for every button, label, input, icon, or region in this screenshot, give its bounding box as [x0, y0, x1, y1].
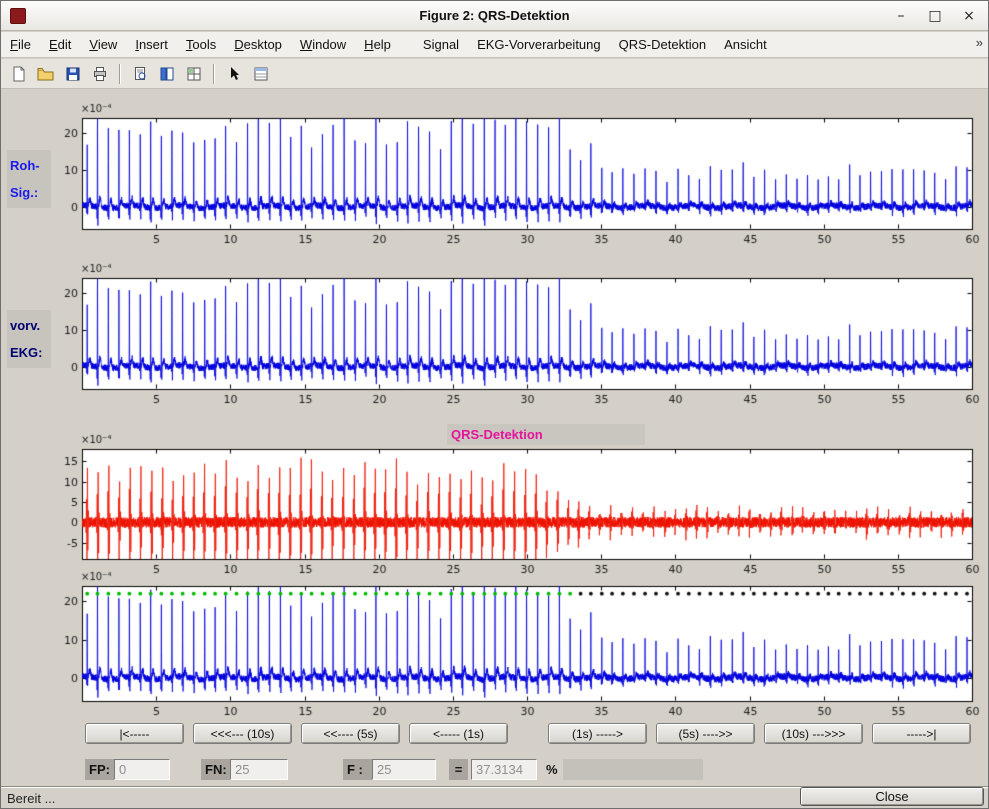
nav-forward-1s-button[interactable]: (1s) -----> — [548, 723, 647, 744]
menu-edit[interactable]: Edit — [40, 33, 80, 56]
save-icon[interactable] — [60, 62, 85, 86]
raw-signal-label: Roh- Sig.: — [7, 150, 51, 208]
close-button[interactable]: Close — [800, 787, 984, 806]
menu-file[interactable]: File — [1, 33, 40, 56]
fn-label: FN: — [201, 759, 230, 780]
equals-label: = — [449, 759, 468, 780]
raw-signal-plot — [51, 94, 983, 252]
pointer-icon[interactable] — [221, 62, 246, 86]
menu-window[interactable]: Window — [291, 33, 355, 56]
fp-label: FP: — [85, 759, 114, 780]
menu-signal[interactable]: Signal — [414, 33, 468, 56]
print-preview-icon[interactable] — [127, 62, 152, 86]
menu-view[interactable]: View — [80, 33, 126, 56]
print-icon[interactable] — [87, 62, 112, 86]
result-field[interactable] — [471, 759, 537, 780]
menu-overflow-icon[interactable]: » — [976, 35, 983, 50]
raw-signal-label-line1: Roh- — [10, 152, 48, 179]
nav-back-5s-button[interactable]: <<---- (5s) — [301, 723, 400, 744]
fp-field[interactable] — [114, 759, 170, 780]
nav-jump-start-button[interactable]: |<----- — [85, 723, 184, 744]
menu-bar: File Edit View Insert Tools Desktop Wind… — [1, 32, 988, 58]
detection-plot — [51, 562, 983, 720]
percent-label: % — [546, 759, 558, 780]
preprocessed-signal-plot — [51, 254, 983, 412]
toolbar-separator — [213, 64, 214, 84]
open-folder-icon[interactable] — [33, 62, 58, 86]
preprocessed-signal-label: vorv. EKG: — [7, 310, 51, 368]
maximize-button[interactable]: □ — [922, 5, 948, 27]
menu-ansicht[interactable]: Ansicht — [715, 33, 776, 56]
property-editor-icon[interactable] — [248, 62, 273, 86]
menu-desktop[interactable]: Desktop — [225, 33, 291, 56]
menu-help[interactable]: Help — [355, 33, 400, 56]
plot-browser-icon[interactable] — [181, 62, 206, 86]
figure-window: Figure 2: QRS-Detektion – □ × File Edit … — [0, 0, 989, 809]
navigation-row: |<----- <<<--- (10s) <<---- (5s) <----- … — [85, 723, 981, 744]
raw-signal-label-line2: Sig.: — [10, 179, 48, 206]
f-field[interactable] — [372, 759, 436, 780]
new-file-icon[interactable] — [6, 62, 31, 86]
window-title: Figure 2: QRS-Detektion — [1, 8, 988, 23]
nav-back-10s-button[interactable]: <<<--- (10s) — [193, 723, 292, 744]
minimize-button[interactable]: – — [888, 5, 914, 27]
result-spacer-panel — [563, 759, 703, 780]
nav-forward-10s-button[interactable]: (10s) --->>> — [764, 723, 863, 744]
toolbar — [1, 59, 988, 89]
status-text: Bereit ... — [7, 791, 55, 806]
preprocessed-signal-label-line1: vorv. — [10, 312, 48, 339]
menu-ekg-vorverarbeitung[interactable]: EKG-Vorverarbeitung — [468, 33, 610, 56]
nav-jump-end-button[interactable]: ----->| — [872, 723, 971, 744]
fn-field[interactable] — [230, 759, 288, 780]
title-bar[interactable]: Figure 2: QRS-Detektion – □ × — [1, 1, 988, 31]
filtered-signal-plot — [51, 424, 983, 582]
menu-insert[interactable]: Insert — [126, 33, 177, 56]
menu-qrs-detektion[interactable]: QRS-Detektion — [610, 33, 715, 56]
preprocessed-signal-label-line2: EKG: — [10, 339, 48, 366]
f-label: F : — [343, 759, 372, 780]
nav-forward-5s-button[interactable]: (5s) ---->> — [656, 723, 755, 744]
nav-back-1s-button[interactable]: <----- (1s) — [409, 723, 508, 744]
toolbar-separator — [119, 64, 120, 84]
figure-palette-icon[interactable] — [154, 62, 179, 86]
menu-tools[interactable]: Tools — [177, 33, 225, 56]
close-window-button[interactable]: × — [956, 5, 982, 27]
